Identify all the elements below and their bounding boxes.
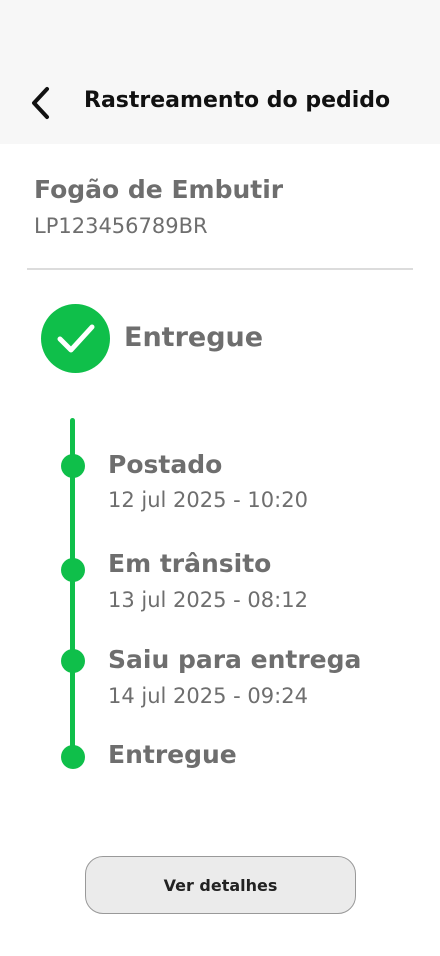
back-button[interactable] xyxy=(22,82,58,124)
timeline-event-date: 13 jul 2025 - 08:12 xyxy=(108,588,308,612)
check-circle-icon xyxy=(41,304,110,373)
timeline-dot xyxy=(61,649,85,673)
status-label: Entregue xyxy=(124,322,264,353)
tracking-code: LP123456789BR xyxy=(34,214,208,238)
timeline-event-title: Entregue xyxy=(108,740,237,769)
timeline-event-date: 12 jul 2025 - 10:20 xyxy=(108,488,308,512)
product-name: Fogão de Embutir xyxy=(34,175,284,204)
page-title: Rastreamento do pedido xyxy=(84,88,391,113)
timeline-dot xyxy=(61,558,85,582)
divider xyxy=(27,268,413,270)
timeline-event-title: Saiu para entrega xyxy=(108,645,362,674)
timeline-dot xyxy=(61,745,85,769)
timeline-event-title: Postado xyxy=(108,450,223,479)
chevron-left-icon xyxy=(32,87,49,119)
checkmark-icon xyxy=(57,324,94,352)
details-button[interactable]: Ver detalhes xyxy=(85,856,356,914)
timeline-event-title: Em trânsito xyxy=(108,549,272,578)
timeline-dot xyxy=(61,454,85,478)
app-header: Rastreamento do pedido xyxy=(0,0,440,144)
timeline-event-date: 14 jul 2025 - 09:24 xyxy=(108,684,308,708)
